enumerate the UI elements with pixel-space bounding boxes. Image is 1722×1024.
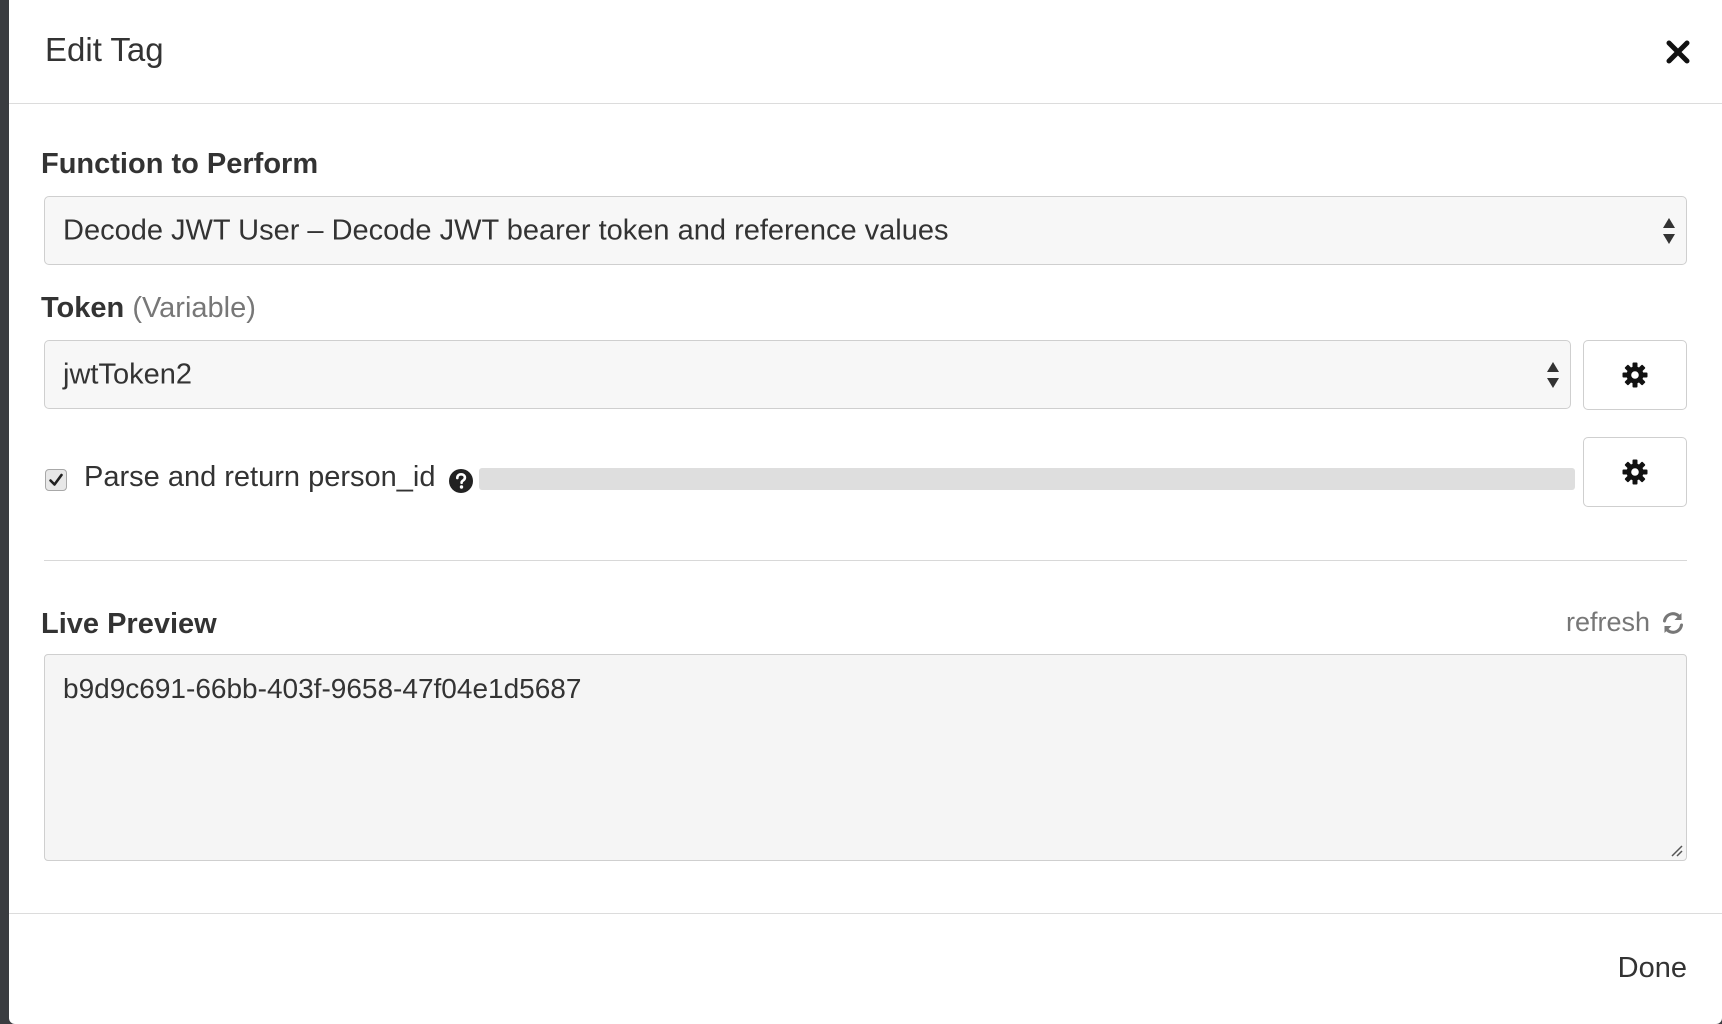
modal-header: Edit Tag: [9, 0, 1722, 104]
live-preview-value: b9d9c691-66bb-403f-9658-47f04e1d5687: [63, 673, 582, 704]
parse-checkbox-label[interactable]: Parse and return person_id: [84, 461, 435, 494]
refresh-icon: [1663, 611, 1683, 634]
token-label: Token (Variable): [41, 292, 256, 325]
parse-option-bar: [479, 468, 1575, 490]
done-button[interactable]: Done: [1618, 952, 1687, 985]
live-preview-label: Live Preview: [41, 608, 217, 640]
edit-tag-modal: Edit Tag Function to Perform Decode JWT …: [9, 0, 1722, 1024]
token-select[interactable]: jwtToken2: [44, 340, 1571, 409]
token-label-hint: (Variable): [132, 292, 256, 324]
checkmark-icon: [49, 473, 63, 486]
resize-grip-icon[interactable]: [1667, 841, 1683, 857]
select-arrows-icon: [1547, 361, 1559, 388]
parse-checkbox[interactable]: [45, 469, 67, 491]
select-arrows-icon: [1663, 217, 1675, 244]
function-label: Function to Perform: [41, 148, 319, 180]
live-preview-textarea[interactable]: b9d9c691-66bb-403f-9658-47f04e1d5687: [44, 654, 1687, 861]
question-circle-icon[interactable]: [448, 468, 474, 494]
close-icon: [1666, 40, 1690, 64]
refresh-button[interactable]: refresh: [1566, 607, 1686, 638]
parse-settings-button[interactable]: [1583, 437, 1687, 507]
function-select-value: Decode JWT User – Decode JWT bearer toke…: [63, 214, 949, 246]
modal-title: Edit Tag: [45, 31, 164, 68]
token-select-value: jwtToken2: [63, 358, 192, 390]
gear-icon: [1622, 459, 1648, 485]
refresh-label: refresh: [1565, 607, 1650, 637]
function-select[interactable]: Decode JWT User – Decode JWT bearer toke…: [44, 196, 1687, 265]
footer-divider: [9, 913, 1722, 914]
section-divider: [44, 560, 1687, 561]
gear-icon: [1622, 362, 1648, 388]
close-button[interactable]: [1660, 34, 1696, 70]
token-label-text: Token: [41, 292, 125, 324]
token-settings-button[interactable]: [1583, 340, 1687, 410]
